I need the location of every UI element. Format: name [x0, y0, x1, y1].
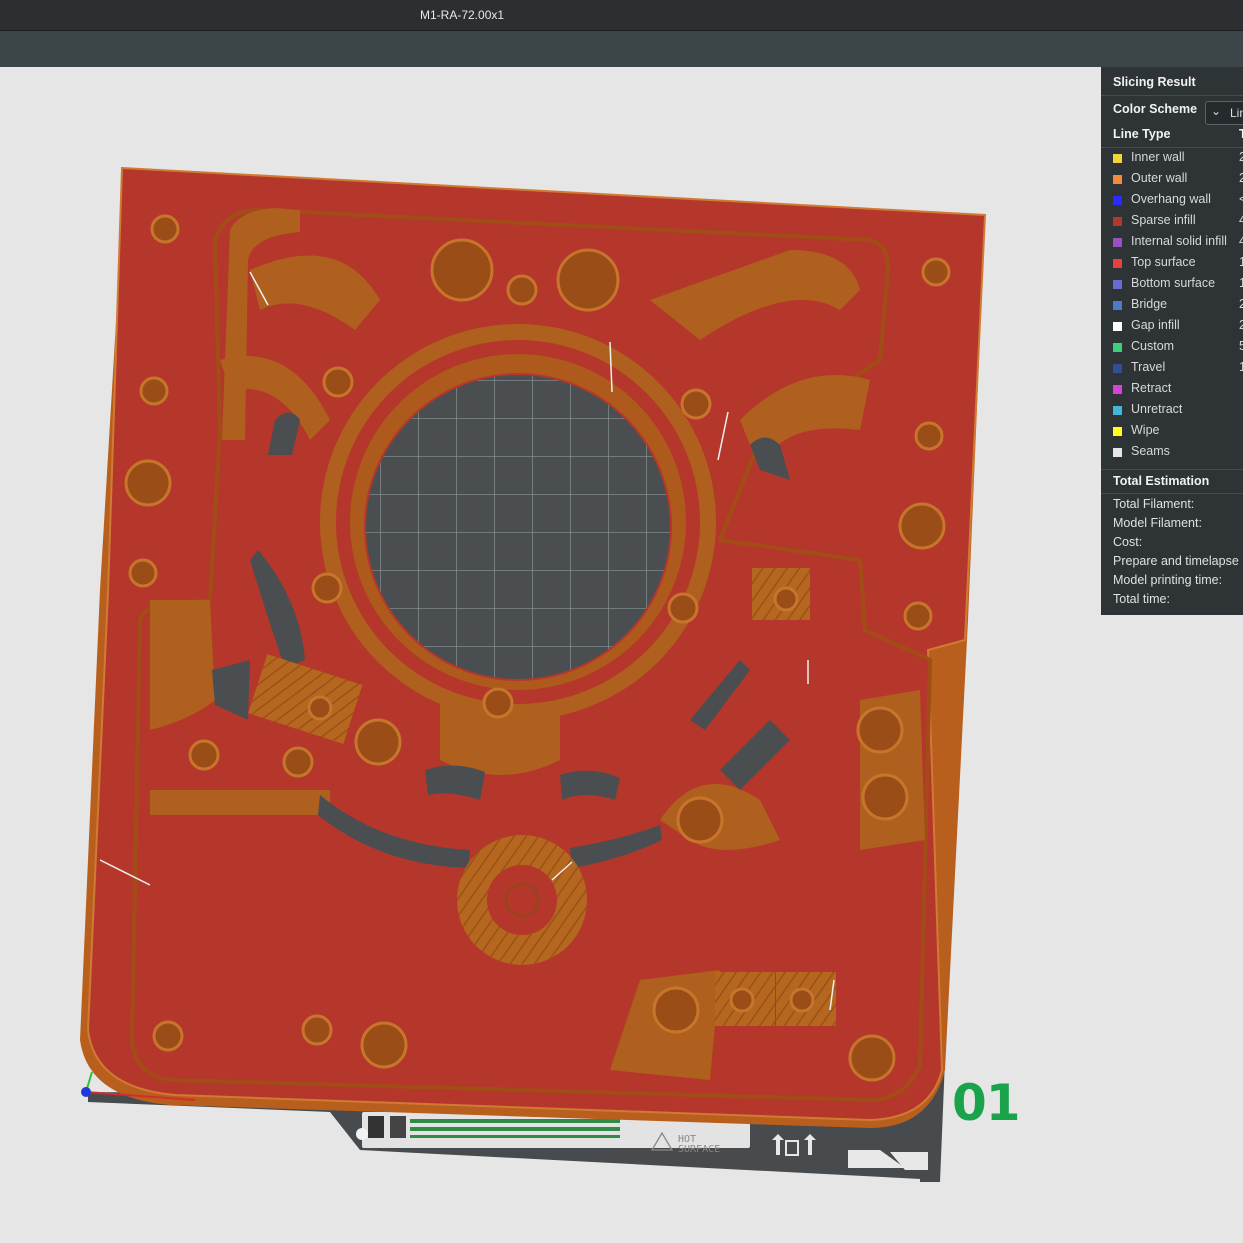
- panel-title: Slicing Result: [1113, 75, 1196, 89]
- plate-handle[interactable]: [356, 1128, 368, 1140]
- line-type-label: Overhang wall: [1131, 192, 1211, 206]
- color-swatch: [1113, 280, 1122, 289]
- line-type-label: Top surface: [1131, 255, 1196, 269]
- color-swatch: [1113, 343, 1122, 352]
- line-type-value: 1: [1239, 276, 1243, 290]
- estimation-row: Total Filament:: [1113, 497, 1195, 511]
- color-swatch: [1113, 385, 1122, 394]
- estimation-row: Model Filament:: [1113, 516, 1202, 530]
- color-swatch: [1113, 364, 1122, 373]
- line-type-label: Retract: [1131, 381, 1172, 395]
- line-type-label: Inner wall: [1131, 150, 1185, 164]
- hot-label-2: SURFACE: [678, 1144, 720, 1155]
- color-swatch: [1113, 301, 1122, 310]
- line-type-header: Line Type: [1113, 127, 1171, 141]
- line-type-label: Sparse infill: [1131, 213, 1196, 227]
- estimation-row: Prepare and timelapse: [1113, 554, 1239, 568]
- color-swatch: [1113, 238, 1122, 247]
- color-scheme-dropdown[interactable]: ⌄ Lin: [1205, 101, 1243, 125]
- color-swatch: [1113, 217, 1122, 226]
- color-swatch: [1113, 322, 1122, 331]
- origin-marker: [81, 1087, 91, 1097]
- line-type-value: 1: [1239, 255, 1243, 269]
- line-type-label: Bridge: [1131, 297, 1168, 311]
- plate-scene[interactable]: HOT SURFACE: [0, 0, 1243, 1243]
- line-type-label: Travel: [1131, 360, 1166, 374]
- line-type-value: 2: [1239, 171, 1243, 185]
- line-type-label: Outer wall: [1131, 171, 1188, 185]
- line-type-label: Bottom surface: [1131, 276, 1216, 290]
- color-swatch: [1113, 406, 1122, 415]
- estimation-row: Cost:: [1113, 535, 1143, 549]
- line-type-label: Internal solid infill: [1131, 234, 1227, 248]
- line-type-value: 2: [1239, 297, 1243, 311]
- line-type-value: 4: [1239, 234, 1243, 248]
- estimation-header: Total Estimation: [1113, 474, 1210, 488]
- line-type-value: 5: [1239, 339, 1243, 353]
- line-type-label: Wipe: [1131, 423, 1160, 437]
- line-type-label: Gap infill: [1131, 318, 1180, 332]
- color-swatch: [1113, 427, 1122, 436]
- color-swatch: [1113, 448, 1122, 457]
- color-swatch: [1113, 175, 1122, 184]
- plate-number[interactable]: 01: [952, 1074, 1021, 1132]
- line-type-label: Unretract: [1131, 402, 1183, 416]
- line-type-value: 4: [1239, 213, 1243, 227]
- line-type-label: Custom: [1131, 339, 1175, 353]
- line-type-value: <: [1239, 192, 1243, 206]
- slicing-result-panel: Slicing Result Color Scheme ⌄ Lin Line T…: [1101, 67, 1243, 615]
- line-type-value: 1: [1239, 360, 1243, 374]
- estimation-row: Total time:: [1113, 592, 1170, 606]
- color-swatch: [1113, 196, 1122, 205]
- line-type-value: 2: [1239, 150, 1243, 164]
- line-type-label: Seams: [1131, 444, 1170, 458]
- chevron-down-icon: ⌄: [1211, 104, 1222, 118]
- time-column-header: T: [1239, 127, 1243, 141]
- center-through-hole: [366, 375, 670, 679]
- estimation-row: Model printing time:: [1113, 573, 1223, 587]
- color-scheme-label: Color Scheme: [1113, 102, 1198, 116]
- line-type-value: 2: [1239, 318, 1243, 332]
- color-swatch: [1113, 154, 1122, 163]
- color-swatch: [1113, 259, 1122, 268]
